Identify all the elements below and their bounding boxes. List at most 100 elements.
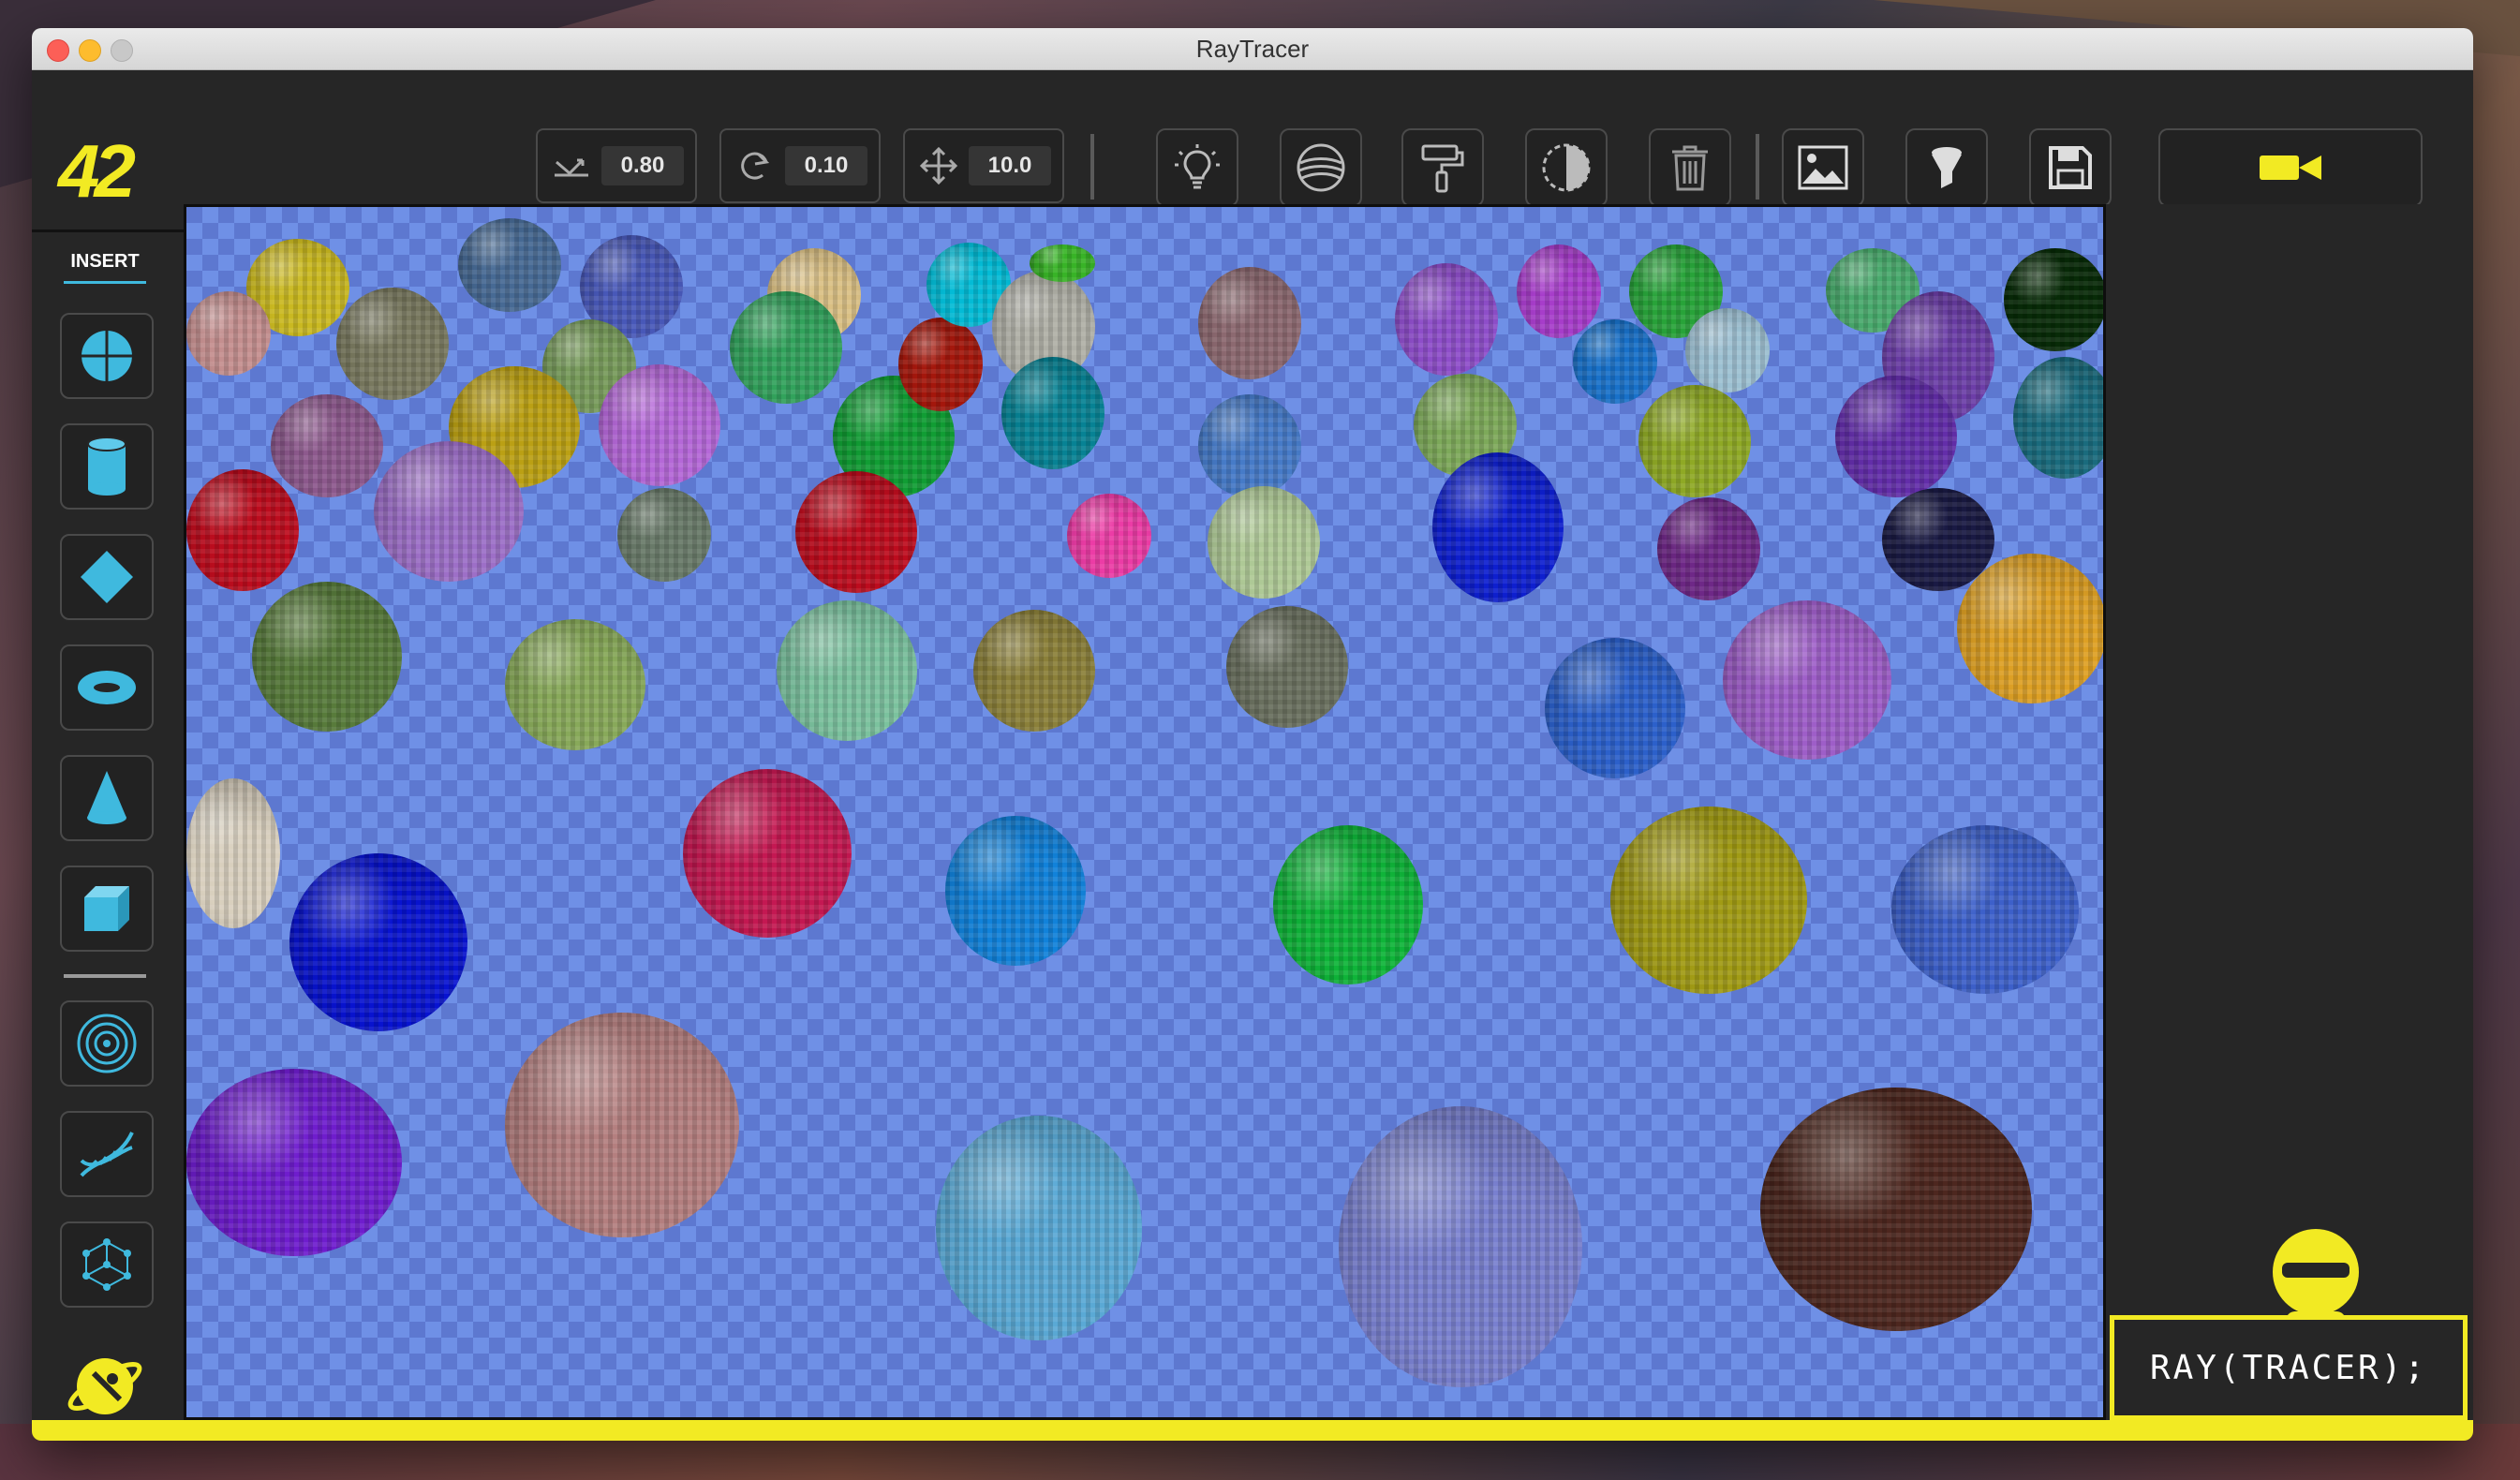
toolbar-divider (1090, 134, 1094, 200)
reflection-value[interactable]: 0.80 (601, 146, 684, 185)
sphere-render (1395, 263, 1498, 376)
sphere-render (505, 619, 645, 750)
sphere-render (1001, 357, 1104, 469)
logo-42: 42 (58, 129, 136, 213)
sphere-render (898, 318, 983, 411)
sphere-render (1517, 244, 1601, 338)
insert-label: INSERT (70, 251, 140, 272)
insert-cone-button[interactable] (60, 755, 154, 841)
cone-icon (87, 771, 126, 824)
mesh-network-icon (82, 1238, 131, 1291)
dna-helix-icon (80, 1132, 134, 1177)
image-icon (1798, 145, 1848, 190)
insert-cube-button[interactable] (60, 866, 154, 952)
paint-button[interactable] (1401, 128, 1484, 207)
rocket-planet-icon (67, 1358, 142, 1414)
sphere-render (1339, 1106, 1582, 1387)
camera-button[interactable] (2158, 128, 2423, 207)
insert-diamond-button[interactable] (60, 534, 154, 620)
sphere-render (2004, 248, 2103, 351)
texture-button[interactable] (1280, 128, 1362, 207)
sphere-render (1545, 638, 1685, 778)
translation-control[interactable]: 10.0 (903, 128, 1064, 203)
light-button[interactable] (1156, 128, 1238, 207)
sphere-render (1610, 807, 1807, 994)
sphere-render (505, 1013, 739, 1237)
trash-icon (1672, 145, 1708, 191)
toolbar-divider (1756, 134, 1759, 200)
insert-sphere-button[interactable] (60, 313, 154, 399)
sphere-render (1198, 267, 1301, 379)
sphere-render (945, 816, 1086, 966)
rotation-value[interactable]: 0.10 (785, 146, 867, 185)
delete-button[interactable] (1649, 128, 1731, 207)
accent-bar (32, 1420, 2473, 1441)
sphere-render (289, 853, 467, 1031)
save-disk-icon (2049, 146, 2092, 189)
title-bar: RayTracer (32, 28, 2473, 70)
sphere-render (336, 288, 449, 400)
rotate-icon (741, 152, 770, 180)
insert-underline (64, 281, 146, 284)
paint-roller-icon (1421, 144, 1464, 193)
insert-torus-button[interactable] (60, 644, 154, 731)
concentric-rings-icon (77, 1014, 137, 1073)
sphere-render (1957, 554, 2103, 703)
sphere-render (617, 488, 711, 582)
sphere-render (1638, 385, 1751, 497)
torus-icon (78, 671, 136, 704)
sphere-render (599, 364, 720, 486)
cube-icon (84, 886, 129, 931)
sphere-render (1723, 600, 1891, 760)
sphere-icon (82, 331, 132, 381)
move-arrows-icon (919, 147, 958, 185)
contrast-button[interactable] (1525, 128, 1608, 207)
sphere-render (1067, 494, 1151, 578)
sphere-render (936, 1116, 1142, 1340)
filter-button[interactable] (1905, 128, 1988, 207)
sphere-render (458, 218, 561, 312)
sidebar-divider (64, 974, 146, 978)
sphere-render (1573, 319, 1657, 404)
insert-sidebar: INSERT (32, 232, 184, 1420)
video-camera-icon (2260, 155, 2321, 180)
sphere-render (1226, 606, 1348, 728)
sphere-render (1030, 244, 1095, 282)
insert-rings-button[interactable] (60, 1000, 154, 1087)
diamond-icon (81, 551, 133, 603)
texture-sphere-icon (1297, 143, 1345, 192)
image-button[interactable] (1782, 128, 1864, 207)
app-window: RayTracer 42 0.80 0.10 10.0 INSERT RAY(T… (32, 28, 2473, 1441)
sphere-render (252, 582, 402, 732)
sphere-render (1657, 497, 1760, 600)
sphere-render (1835, 376, 1957, 497)
translation-value[interactable]: 10.0 (969, 146, 1051, 185)
render-viewport[interactable] (184, 204, 2106, 1420)
sphere-render (730, 291, 842, 404)
sphere-render (186, 469, 299, 591)
sphere-render (973, 610, 1095, 732)
reflection-control[interactable]: 0.80 (536, 128, 697, 203)
lightbulb-icon (1175, 144, 1220, 189)
window-title: RayTracer (1195, 35, 1310, 63)
insert-mesh-button[interactable] (60, 1221, 154, 1308)
sphere-render (1432, 452, 1564, 602)
sphere-render (777, 600, 917, 741)
sphere-render (1208, 486, 1320, 599)
insert-dna-button[interactable] (60, 1111, 154, 1197)
sphere-render (1760, 1088, 2032, 1331)
sphere-render (186, 291, 271, 376)
insert-cylinder-button[interactable] (60, 423, 154, 510)
sphere-render (683, 769, 852, 938)
rotation-control[interactable]: 0.10 (719, 128, 881, 203)
brand-banner: RAY(TRACER); (2110, 1315, 2468, 1420)
sphere-render (1273, 825, 1423, 984)
contrast-icon (1542, 143, 1591, 192)
sphere-render (374, 441, 524, 582)
sphere-render (1891, 825, 2079, 994)
cylinder-icon (87, 437, 126, 496)
save-button[interactable] (2029, 128, 2112, 207)
sphere-render (795, 471, 917, 593)
sphere-render (186, 1069, 402, 1256)
filter-funnel-icon (1932, 147, 1962, 188)
